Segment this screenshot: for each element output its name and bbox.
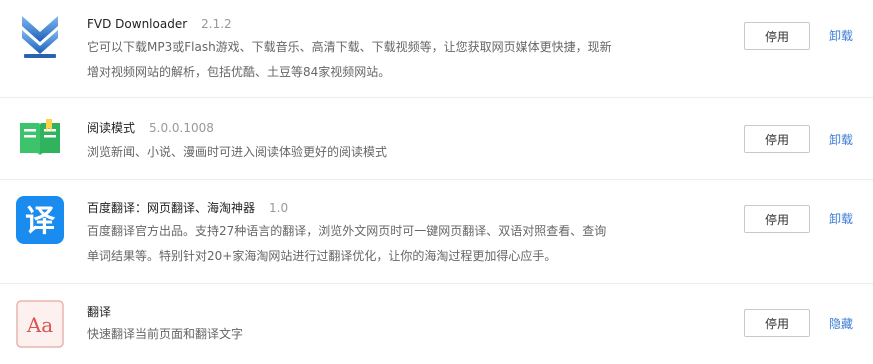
extension-title: FVD Downloader 2.1.2 [87,16,232,32]
disable-button[interactable]: 停用 [744,205,810,233]
book-icon [16,115,64,163]
extension-description: 快速翻译当前页面和翻译文字 [87,327,244,341]
hide-link[interactable]: 隐藏 [829,316,853,332]
extension-description: 百度翻译官方出品。支持27种语言的翻译，浏览外文网页时可一键网页翻译、双语对照查… [87,224,607,263]
translate-yi-icon: 译 [16,196,64,244]
extension-item-fvd-downloader: FVD Downloader 2.1.2 它可以下载MP3或Flash游戏、下载音… [0,0,873,98]
extension-name: FVD Downloader [87,17,188,31]
disable-button[interactable]: 停用 [744,125,810,153]
uninstall-link[interactable]: 卸载 [829,211,853,227]
disable-button[interactable]: 停用 [744,309,810,337]
extension-version: 1.0 [269,201,289,215]
uninstall-link[interactable]: 卸载 [829,132,853,148]
disable-button[interactable]: 停用 [744,22,810,50]
extension-title: 百度翻译：网页翻译、海淘神器 1.0 [87,200,288,216]
aa-icon-glyph: Aa [26,313,53,337]
extension-description: 它可以下载MP3或Flash游戏、下载音乐、高清下载、下载视频等，让您获取网页媒… [87,40,612,79]
extension-item-baidu-translate: 译 百度翻译：网页翻译、海淘神器 1.0 百度翻译官方出品。支持27种语言的翻译，… [0,180,873,284]
uninstall-link[interactable]: 卸载 [829,28,853,44]
translate-icon-glyph: 译 [25,204,56,239]
extension-name: 百度翻译：网页翻译、海淘神器 [87,201,256,215]
extension-name: 翻译 [87,305,112,319]
download-arrow-icon [16,12,64,60]
extension-item-translate: Aa 翻译 快速翻译当前页面和翻译文字 停用 隐藏 [0,284,873,364]
font-aa-icon: Aa [16,300,64,348]
extension-item-reading-mode: 阅读模式 5.0.0.1008 浏览新闻、小说、漫画时可进入阅读体验更好的阅读模式… [0,98,873,180]
extension-version: 5.0.0.1008 [149,121,214,135]
extension-title: 翻译 [87,304,111,320]
extension-list: FVD Downloader 2.1.2 它可以下载MP3或Flash游戏、下载音… [0,0,873,364]
extension-version: 2.1.2 [201,17,232,31]
extension-description: 浏览新闻、小说、漫画时可进入阅读体验更好的阅读模式 [87,145,388,159]
extension-title: 阅读模式 5.0.0.1008 [87,120,214,136]
extension-name: 阅读模式 [87,121,136,135]
